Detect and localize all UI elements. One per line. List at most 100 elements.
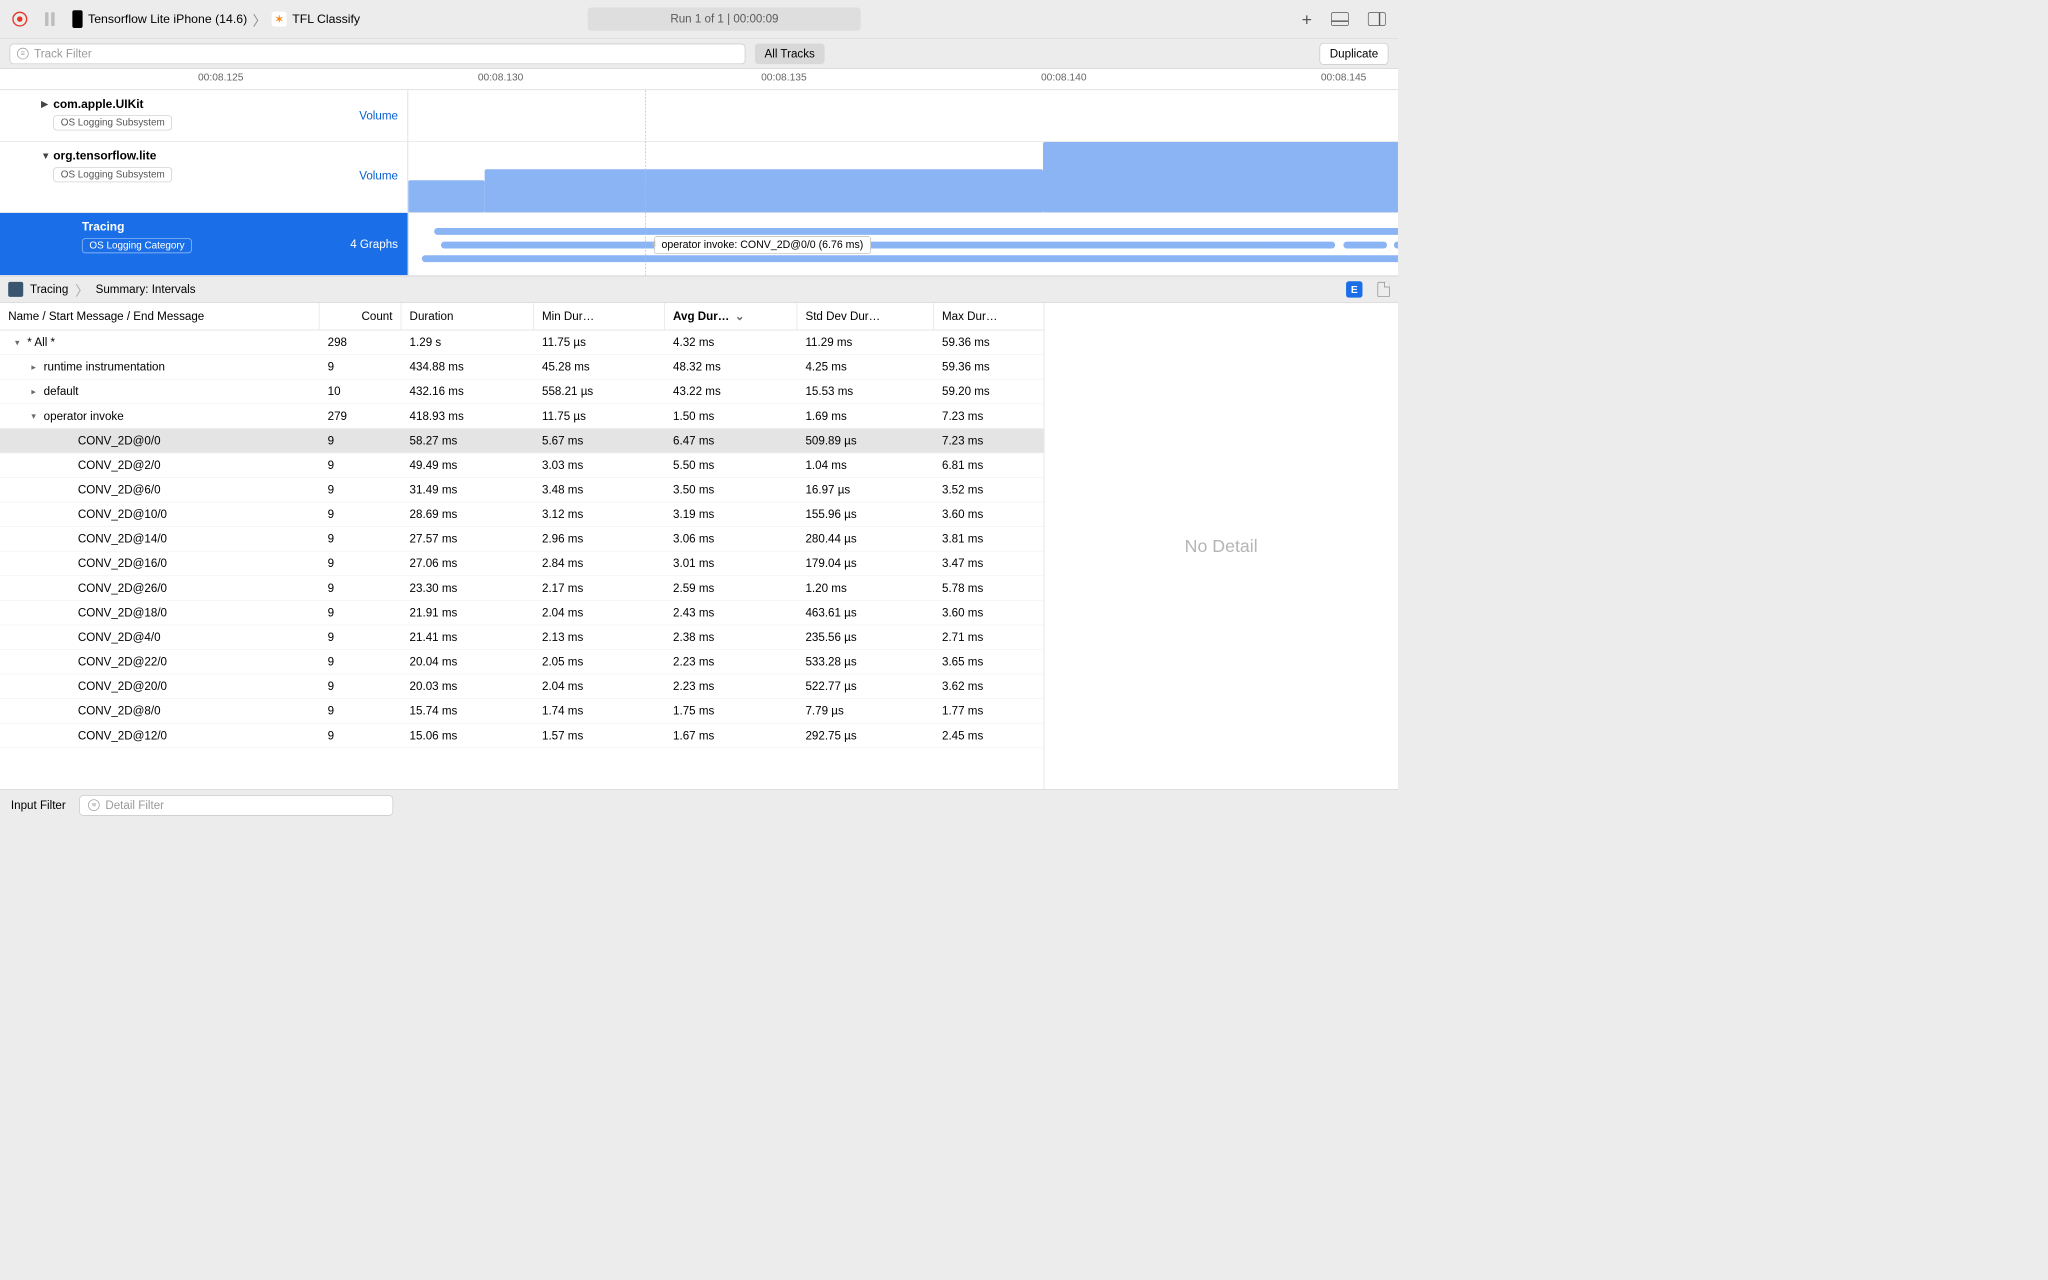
cell-max: 3.62 ms [934, 680, 1042, 694]
col-stddev-duration[interactable]: Std Dev Dur… [797, 303, 934, 330]
table-row[interactable]: CONV_2D@6/0931.49 ms3.48 ms3.50 ms16.97 … [0, 478, 1044, 503]
table-body[interactable]: ▾* All *2981.29 s11.75 µs4.32 ms11.29 ms… [0, 330, 1044, 789]
table-row[interactable]: CONV_2D@18/0921.91 ms2.04 ms2.43 ms463.6… [0, 601, 1044, 626]
col-duration[interactable]: Duration [401, 303, 533, 330]
col-avg-duration[interactable]: Avg Dur… ⌄ [665, 303, 797, 330]
cell-avg: 48.32 ms [665, 360, 797, 374]
cell-std: 533.28 µs [797, 655, 934, 669]
cell-min: 2.96 ms [534, 532, 665, 546]
table-row[interactable]: ▾* All *2981.29 s11.75 µs4.32 ms11.29 ms… [0, 330, 1044, 355]
col-max-duration[interactable]: Max Dur… [934, 303, 1042, 330]
disclosure-triangle-icon[interactable]: ▾ [15, 337, 23, 348]
playhead-indicator[interactable] [645, 90, 646, 276]
track-filter-input[interactable]: ≡ Track Filter [10, 43, 746, 63]
cell-avg: 1.67 ms [665, 729, 797, 743]
trace-bar[interactable] [408, 180, 484, 212]
table-row[interactable]: CONV_2D@4/0921.41 ms2.13 ms2.38 ms235.56… [0, 625, 1044, 650]
row-name-text: CONV_2D@26/0 [78, 581, 167, 595]
cell-count: 9 [319, 434, 401, 448]
table-row[interactable]: CONV_2D@2/0949.49 ms3.03 ms5.50 ms1.04 m… [0, 453, 1044, 478]
cell-std: 155.96 µs [797, 508, 934, 522]
cell-min: 2.04 ms [534, 680, 665, 694]
row-name-text: CONV_2D@18/0 [78, 606, 167, 620]
track-row-tracing[interactable]: Tracing OS Logging Category 4 Graphs ope… [0, 213, 1398, 276]
cell-avg: 2.23 ms [665, 680, 797, 694]
table-row[interactable]: ▾operator invoke279418.93 ms11.75 µs1.50… [0, 404, 1044, 429]
table-row[interactable]: ▸default10432.16 ms558.21 µs43.22 ms15.5… [0, 380, 1044, 405]
cell-avg: 2.38 ms [665, 630, 797, 644]
cell-count: 9 [319, 508, 401, 522]
input-filter-label[interactable]: Input Filter [11, 798, 66, 812]
ruler-tick: 00:08.140 [1041, 72, 1087, 84]
disclosure-triangle-icon[interactable]: ▾ [31, 411, 39, 422]
inspector-toggle-button[interactable] [1368, 12, 1386, 26]
cell-duration: 15.74 ms [401, 704, 533, 718]
table-row[interactable]: ▸runtime instrumentation9434.88 ms45.28 … [0, 355, 1044, 380]
app-label[interactable]: TFL Classify [292, 12, 360, 26]
cell-max: 59.36 ms [934, 335, 1042, 349]
cell-count: 9 [319, 655, 401, 669]
row-name-text: CONV_2D@0/0 [78, 434, 161, 448]
table-row[interactable]: CONV_2D@0/0958.27 ms5.67 ms6.47 ms509.89… [0, 429, 1044, 454]
cell-std: 11.29 ms [797, 335, 934, 349]
cell-std: 509.89 µs [797, 434, 934, 448]
cell-avg: 3.19 ms [665, 508, 797, 522]
table-row[interactable]: CONV_2D@22/0920.04 ms2.05 ms2.23 ms533.2… [0, 650, 1044, 675]
time-ruler[interactable]: 00:08.125 00:08.130 00:08.135 00:08.140 … [0, 68, 1398, 90]
trace-bar[interactable] [485, 169, 1043, 212]
trace-bar[interactable] [441, 242, 1335, 249]
col-count[interactable]: Count [319, 303, 401, 330]
row-name-text: CONV_2D@16/0 [78, 557, 167, 571]
cell-avg: 2.23 ms [665, 655, 797, 669]
disclosure-triangle-icon[interactable]: ▶ [41, 98, 48, 110]
table-row[interactable]: CONV_2D@20/0920.03 ms2.04 ms2.23 ms522.7… [0, 674, 1044, 699]
view-toggle-button[interactable] [1331, 12, 1349, 26]
cell-std: 292.75 µs [797, 729, 934, 743]
run-status-pill[interactable]: Run 1 of 1 | 00:00:09 [588, 8, 861, 31]
cell-duration: 27.57 ms [401, 532, 533, 546]
cell-count: 279 [319, 409, 401, 423]
cell-avg: 2.59 ms [665, 581, 797, 595]
table-row[interactable]: CONV_2D@8/0915.74 ms1.74 ms1.75 ms7.79 µ… [0, 699, 1044, 724]
path-segment[interactable]: Tracing [30, 283, 68, 297]
disclosure-triangle-icon[interactable]: ▸ [31, 386, 39, 397]
pause-button[interactable] [42, 12, 57, 26]
path-segment[interactable]: Summary: Intervals [96, 283, 196, 297]
cell-max: 7.23 ms [934, 409, 1042, 423]
track-metric-label[interactable]: Volume [359, 169, 398, 183]
table-row[interactable]: CONV_2D@12/0915.06 ms1.57 ms1.67 ms292.7… [0, 724, 1044, 749]
record-button[interactable] [12, 12, 27, 27]
trace-bar[interactable] [1343, 242, 1387, 249]
track-row-uikit[interactable]: ▶ com.apple.UIKit OS Logging Subsystem V… [0, 90, 1398, 142]
trace-bar[interactable] [1394, 242, 1398, 249]
all-tracks-button[interactable]: All Tracks [755, 43, 824, 63]
cell-std: 1.04 ms [797, 458, 934, 472]
track-row-tflite[interactable]: ▼ org.tensorflow.lite OS Logging Subsyst… [0, 142, 1398, 213]
trace-bar[interactable] [422, 255, 1398, 262]
cell-min: 11.75 µs [534, 409, 665, 423]
disclosure-triangle-icon[interactable]: ▼ [41, 150, 50, 161]
track-metric-label[interactable]: 4 Graphs [350, 238, 398, 252]
extended-detail-button[interactable]: E [1346, 281, 1362, 297]
cell-min: 45.28 ms [534, 360, 665, 374]
document-icon[interactable] [1377, 282, 1389, 297]
trace-bar[interactable] [434, 228, 1398, 235]
detail-filter-input[interactable]: ≡ Detail Filter [79, 795, 393, 815]
col-min-duration[interactable]: Min Dur… [534, 303, 665, 330]
duplicate-button[interactable]: Duplicate [1320, 43, 1389, 65]
cell-name: CONV_2D@2/0 [0, 458, 319, 472]
table-row[interactable]: CONV_2D@16/0927.06 ms2.84 ms3.01 ms179.0… [0, 552, 1044, 577]
table-row[interactable]: CONV_2D@10/0928.69 ms3.12 ms3.19 ms155.9… [0, 502, 1044, 527]
disclosure-triangle-icon[interactable]: ▸ [31, 361, 39, 372]
col-name[interactable]: Name / Start Message / End Message [0, 303, 319, 330]
device-label[interactable]: Tensorflow Lite iPhone (14.6) [88, 12, 247, 26]
table-row[interactable]: CONV_2D@14/0927.57 ms2.96 ms3.06 ms280.4… [0, 527, 1044, 552]
table-row[interactable]: CONV_2D@26/0923.30 ms2.17 ms2.59 ms1.20 … [0, 576, 1044, 601]
trace-bar[interactable] [1043, 142, 1398, 212]
track-badge: OS Logging Subsystem [53, 115, 172, 130]
cell-avg: 6.47 ms [665, 434, 797, 448]
cell-max: 3.47 ms [934, 557, 1042, 571]
add-button[interactable]: + [1302, 9, 1312, 30]
track-title: org.tensorflow.lite [53, 149, 396, 163]
track-metric-label[interactable]: Volume [359, 109, 398, 123]
